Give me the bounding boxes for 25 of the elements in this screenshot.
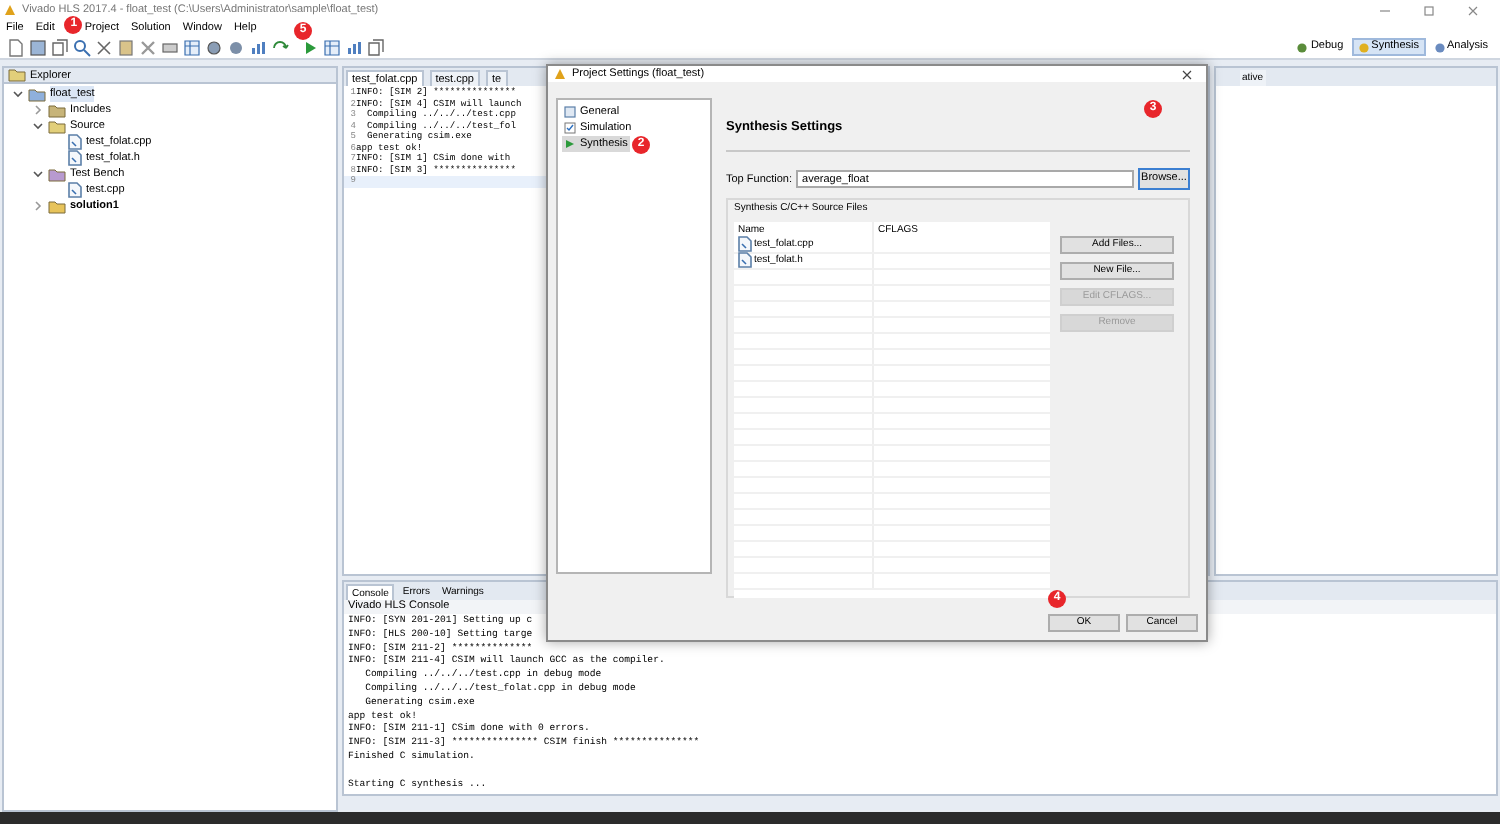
play-icon: [564, 138, 576, 151]
file-icon: [68, 182, 82, 198]
copy-icon[interactable]: [50, 37, 70, 57]
chevron-down-icon[interactable]: [32, 168, 44, 180]
folder-icon: [8, 68, 26, 82]
chevron-right-icon[interactable]: [32, 104, 44, 116]
app-logo-icon: [4, 4, 16, 16]
chevron-down-icon[interactable]: [12, 88, 24, 100]
delete-icon[interactable]: [138, 37, 158, 57]
checkmark-icon: [564, 122, 576, 135]
table-icon[interactable]: [322, 37, 342, 57]
search-icon[interactable]: [72, 37, 92, 57]
perspective-icon: [1357, 41, 1370, 53]
chevron-right-icon[interactable]: [32, 200, 44, 212]
cut-icon[interactable]: [94, 37, 114, 57]
chevron-down-icon[interactable]: [32, 120, 44, 132]
chart-icon[interactable]: [344, 37, 364, 57]
perspective-icon: [1433, 41, 1446, 53]
close-icon[interactable]: [1180, 67, 1194, 82]
chart-icon[interactable]: [248, 37, 268, 57]
app-logo-icon: [554, 68, 566, 81]
maximize-icon[interactable]: [1422, 3, 1436, 17]
table-icon[interactable]: [182, 37, 202, 57]
copy-icon[interactable]: [366, 37, 386, 57]
perspective-icon: [1296, 41, 1309, 53]
